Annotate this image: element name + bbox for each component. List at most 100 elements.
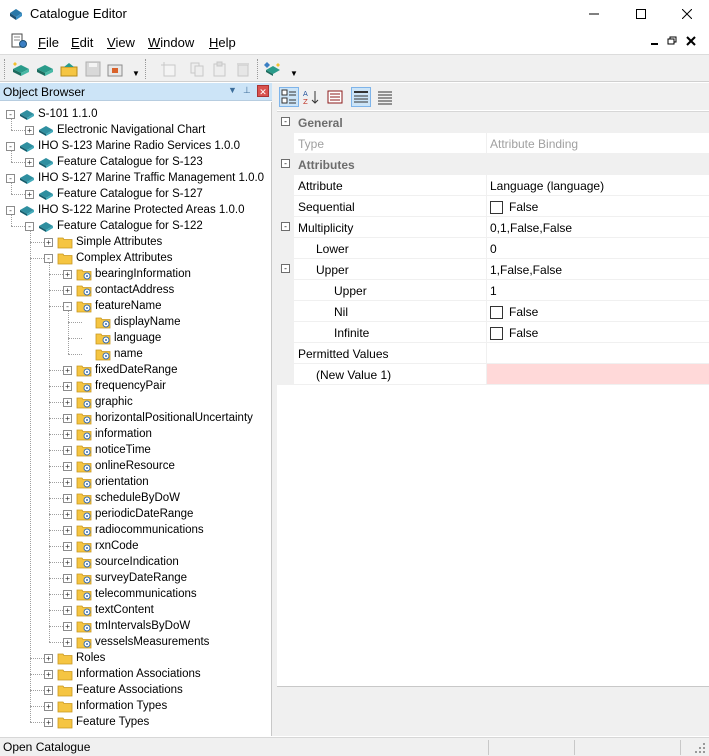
- collapse-icon[interactable]: -: [25, 221, 34, 231]
- panel-close-button[interactable]: ✕: [257, 85, 269, 97]
- open-catalogue-button[interactable]: [34, 59, 56, 79]
- property-value[interactable]: Language (language): [490, 179, 604, 193]
- tree-node[interactable]: + horizontalPositionalUncertainty: [63, 410, 253, 426]
- paste-button[interactable]: [209, 59, 231, 79]
- mdi-minimize-icon[interactable]: [650, 36, 660, 46]
- tree-node[interactable]: + scheduleByDoW: [63, 490, 180, 506]
- minimize-button[interactable]: [571, 0, 617, 28]
- property-row[interactable]: Sequential False: [277, 196, 709, 217]
- tree-node[interactable]: - IHO S-127 Marine Traffic Management 1.0…: [6, 170, 264, 186]
- property-value[interactable]: 1,False,False: [490, 263, 562, 277]
- panel-options-icon[interactable]: ▼: [228, 85, 237, 95]
- expand-icon[interactable]: +: [63, 605, 72, 615]
- expand-icon[interactable]: +: [25, 189, 34, 199]
- property-row[interactable]: Nil False: [277, 301, 709, 322]
- copy-button[interactable]: [186, 59, 208, 79]
- menu-help[interactable]: Help: [209, 35, 236, 50]
- expand-icon[interactable]: +: [63, 589, 72, 599]
- tree-node[interactable]: + Feature Catalogue for S-123: [25, 154, 203, 170]
- expand-icon[interactable]: +: [63, 509, 72, 519]
- mdi-close-icon[interactable]: [686, 36, 696, 46]
- tree-node[interactable]: - Feature Catalogue for S-122: [25, 218, 203, 234]
- property-row[interactable]: Infinite False: [277, 322, 709, 343]
- property-value[interactable]: 0: [490, 242, 497, 256]
- property-value[interactable]: 1: [490, 284, 497, 298]
- menu-edit[interactable]: Edit: [71, 35, 93, 50]
- expand-icon[interactable]: +: [44, 237, 53, 247]
- tree-node[interactable]: + rxnCode: [63, 538, 138, 554]
- expand-icon[interactable]: +: [63, 493, 72, 503]
- export-button[interactable]: [104, 59, 126, 79]
- tree-node[interactable]: - featureName: [63, 298, 161, 314]
- tree-node[interactable]: + vesselsMeasurements: [63, 634, 209, 650]
- collapse-icon[interactable]: -: [281, 159, 290, 168]
- menu-file[interactable]: File: [38, 35, 59, 50]
- tree-node[interactable]: + bearingInformation: [63, 266, 191, 282]
- expand-icon[interactable]: +: [63, 397, 72, 407]
- tree-node[interactable]: - IHO S-122 Marine Protected Areas 1.0.0: [6, 202, 244, 218]
- tree-node[interactable]: + sourceIndication: [63, 554, 179, 570]
- close-button[interactable]: [664, 0, 709, 28]
- property-value[interactable]: 0,1,False,False: [490, 221, 572, 235]
- open-folder-button[interactable]: [58, 59, 80, 79]
- expand-icon[interactable]: +: [63, 557, 72, 567]
- expand-icon[interactable]: +: [63, 477, 72, 487]
- validate-button[interactable]: [262, 59, 284, 79]
- mdi-restore-icon[interactable]: [667, 36, 677, 46]
- resize-grip-icon[interactable]: [694, 742, 706, 754]
- save-button[interactable]: [82, 59, 104, 79]
- checkbox[interactable]: [490, 326, 503, 340]
- checkbox[interactable]: [490, 305, 503, 319]
- view-details-button[interactable]: [375, 87, 395, 107]
- expand-icon[interactable]: +: [44, 701, 53, 711]
- expand-icon[interactable]: +: [63, 541, 72, 551]
- tree-node[interactable]: + graphic: [63, 394, 133, 410]
- new-catalogue-button[interactable]: [10, 59, 32, 79]
- expand-icon[interactable]: +: [63, 637, 72, 647]
- object-tree[interactable]: - S-101 1.1.0 + Electronic Navigational Cha…: [0, 102, 272, 736]
- expand-icon[interactable]: +: [63, 365, 72, 375]
- collapse-icon[interactable]: -: [281, 117, 290, 126]
- tree-node[interactable]: + Feature Catalogue for S-127: [25, 186, 203, 202]
- add-button[interactable]: [158, 59, 180, 79]
- property-value[interactable]: False: [490, 305, 538, 319]
- expand-icon[interactable]: +: [44, 685, 53, 695]
- property-row[interactable]: Lower 0: [277, 238, 709, 259]
- tree-node[interactable]: + periodicDateRange: [63, 506, 193, 522]
- tree-node[interactable]: + tmIntervalsByDoW: [63, 618, 190, 634]
- tree-node[interactable]: - IHO S-123 Marine Radio Services 1.0.0: [6, 138, 240, 154]
- expand-icon[interactable]: +: [63, 413, 72, 423]
- export-dropdown-icon[interactable]: ▼: [132, 69, 140, 78]
- tree-node[interactable]: + Simple Attributes: [44, 234, 162, 250]
- maximize-button[interactable]: [618, 0, 664, 28]
- menu-window[interactable]: Window: [148, 35, 194, 50]
- property-category[interactable]: - General: [277, 112, 709, 133]
- tree-node[interactable]: + surveyDateRange: [63, 570, 187, 586]
- property-row[interactable]: (New Value 1): [277, 364, 709, 385]
- tree-node[interactable]: + contactAddress: [63, 282, 174, 298]
- tree-node[interactable]: + Information Types: [44, 698, 167, 714]
- tree-node[interactable]: + onlineResource: [63, 458, 175, 474]
- expand-icon[interactable]: +: [63, 621, 72, 631]
- expand-icon[interactable]: +: [25, 157, 34, 167]
- property-row[interactable]: Permitted Values: [277, 343, 709, 364]
- expand-icon[interactable]: +: [63, 269, 72, 279]
- expand-icon[interactable]: +: [44, 669, 53, 679]
- tree-node[interactable]: name: [82, 346, 143, 362]
- tree-node[interactable]: - S-101 1.1.0: [6, 106, 97, 122]
- expand-icon[interactable]: +: [25, 125, 34, 135]
- property-row[interactable]: Attribute Language (language): [277, 175, 709, 196]
- validate-dropdown-icon[interactable]: ▼: [290, 69, 298, 78]
- property-grid[interactable]: - General Type Attribute Binding - Attributes…: [277, 111, 709, 685]
- tree-node[interactable]: + orientation: [63, 474, 149, 490]
- pin-icon[interactable]: ⊥: [243, 85, 251, 96]
- collapse-icon[interactable]: -: [44, 253, 53, 263]
- tree-node[interactable]: + Electronic Navigational Chart: [25, 122, 205, 138]
- expand-icon[interactable]: +: [63, 525, 72, 535]
- expand-icon[interactable]: +: [63, 429, 72, 439]
- collapse-icon[interactable]: -: [281, 264, 290, 273]
- property-pages-button[interactable]: [325, 87, 345, 107]
- tree-node[interactable]: - Complex Attributes: [44, 250, 173, 266]
- expand-icon[interactable]: +: [44, 653, 53, 663]
- collapse-icon[interactable]: -: [281, 222, 290, 231]
